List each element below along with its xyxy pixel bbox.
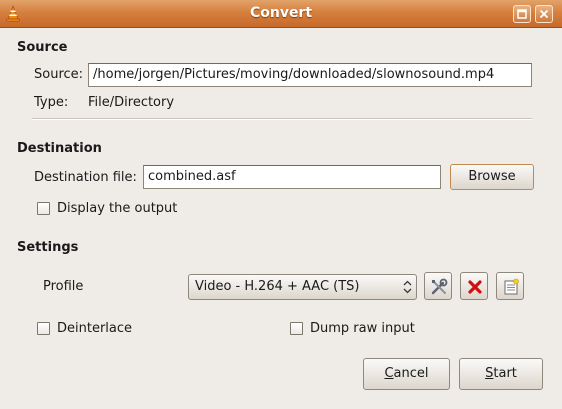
close-icon — [539, 9, 549, 19]
start-button-label: Start — [460, 366, 542, 381]
deinterlace-checkbox[interactable] — [37, 322, 50, 335]
window-title: Convert — [249, 5, 313, 21]
start-label-rest: tart — [493, 366, 517, 381]
new-profile-button[interactable] — [496, 272, 524, 300]
edit-profile-button[interactable] — [424, 272, 452, 300]
destination-heading: Destination — [17, 141, 102, 156]
new-profile-icon — [504, 278, 519, 295]
destination-file-label: Destination file: — [34, 170, 137, 185]
display-output-label[interactable]: Display the output — [57, 201, 177, 216]
profile-label: Profile — [43, 279, 84, 294]
cancel-button-label: Cancel — [364, 366, 449, 381]
maximize-button[interactable] — [513, 5, 531, 23]
source-separator — [32, 118, 532, 120]
source-input[interactable]: /home/jorgen/Pictures/moving/downloaded/… — [88, 63, 532, 87]
tools-icon — [431, 278, 448, 295]
display-output-checkbox[interactable] — [37, 202, 50, 215]
cancel-label-rest: ancel — [393, 366, 429, 381]
source-heading: Source — [17, 40, 68, 55]
start-button[interactable]: Start — [459, 358, 543, 390]
combo-arrows-icon — [403, 280, 412, 294]
title-bar[interactable]: Convert — [0, 0, 562, 28]
type-value: File/Directory — [88, 95, 175, 110]
type-label: Type: — [34, 95, 69, 110]
close-button[interactable] — [535, 5, 553, 23]
cancel-mnemonic: C — [384, 366, 394, 381]
cancel-button[interactable]: Cancel — [363, 358, 450, 390]
settings-heading: Settings — [17, 240, 79, 255]
maximize-icon — [517, 9, 527, 19]
source-label: Source: — [34, 67, 84, 82]
deinterlace-label[interactable]: Deinterlace — [57, 321, 132, 336]
profile-combo-value: Video - H.264 + AAC (TS) — [195, 279, 360, 294]
browse-button-label: Browse — [468, 169, 516, 184]
profile-combo[interactable]: Video - H.264 + AAC (TS) — [188, 274, 417, 300]
delete-profile-button[interactable] — [460, 272, 488, 300]
dump-raw-input-label[interactable]: Dump raw input — [310, 321, 415, 336]
browse-button[interactable]: Browse — [450, 164, 534, 190]
delete-x-icon — [468, 280, 482, 294]
destination-file-input[interactable]: combined.asf — [143, 165, 441, 189]
dump-raw-input-checkbox[interactable] — [290, 322, 303, 335]
